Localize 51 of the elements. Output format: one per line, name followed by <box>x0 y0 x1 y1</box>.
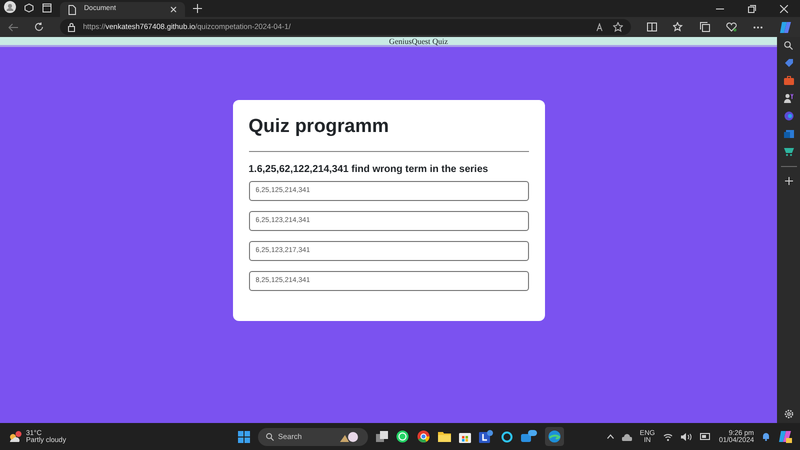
close-icon[interactable] <box>170 6 177 13</box>
heart-icon[interactable] <box>726 22 737 32</box>
battery-icon[interactable] <box>700 433 711 440</box>
mail-icon[interactable] <box>784 129 794 139</box>
people-icon[interactable] <box>784 93 794 103</box>
workspaces-icon[interactable] <box>24 3 34 13</box>
back-arrow-icon[interactable] <box>8 22 18 32</box>
lock-icon <box>68 22 75 32</box>
profile-icon[interactable] <box>4 1 16 13</box>
copilot-icon[interactable] <box>778 430 792 443</box>
quiz-title: Quiz programm <box>248 116 390 139</box>
weather-icon[interactable] <box>8 430 22 442</box>
cloud-icon[interactable] <box>622 432 632 440</box>
restore-icon[interactable] <box>748 5 756 13</box>
task-view-icon[interactable] <box>376 431 388 442</box>
chevron-up-icon[interactable] <box>606 434 614 439</box>
tag-icon[interactable] <box>784 58 794 68</box>
settings-icon[interactable] <box>784 409 794 419</box>
wifi-icon[interactable] <box>662 432 673 440</box>
star-icon[interactable] <box>613 22 623 32</box>
more-icon[interactable] <box>753 26 763 28</box>
page-header: GeniusQuest Quiz <box>388 37 449 47</box>
close-icon[interactable] <box>780 5 788 13</box>
add-icon[interactable] <box>784 177 792 185</box>
split-screen-icon[interactable] <box>647 22 657 32</box>
speaker-icon[interactable] <box>680 432 692 440</box>
edge-icon <box>548 430 561 443</box>
folder-icon[interactable] <box>438 431 451 442</box>
search-icon[interactable] <box>784 41 793 50</box>
new-tab-icon[interactable] <box>193 4 202 13</box>
tab-actions-icon[interactable] <box>42 3 52 13</box>
circle-logo-icon[interactable] <box>784 111 794 121</box>
shopping-cart-icon[interactable] <box>784 147 794 156</box>
search-icon <box>266 432 274 440</box>
copilot-icon[interactable] <box>779 20 792 34</box>
read-aloud-icon[interactable] <box>596 22 605 32</box>
chat-bubbles-icon[interactable] <box>521 430 537 443</box>
favorites-icon[interactable] <box>673 22 684 32</box>
store-icon[interactable] <box>459 430 471 442</box>
briefcase-icon[interactable] <box>784 76 794 85</box>
windows-start-icon[interactable] <box>238 430 250 442</box>
refresh-icon[interactable] <box>34 22 44 32</box>
chrome-icon[interactable] <box>417 430 430 443</box>
question-text: 1.6,25,62,122,214,341 find wrong term in the series <box>248 162 490 177</box>
active-app-tile[interactable] <box>545 427 564 446</box>
letter-l-app-icon[interactable] <box>479 430 493 443</box>
ring-icon[interactable] <box>501 430 513 442</box>
whatsapp-icon[interactable] <box>396 430 409 443</box>
bell-icon[interactable] <box>762 432 770 441</box>
collections-icon[interactable] <box>700 22 710 32</box>
document-icon <box>68 4 76 14</box>
